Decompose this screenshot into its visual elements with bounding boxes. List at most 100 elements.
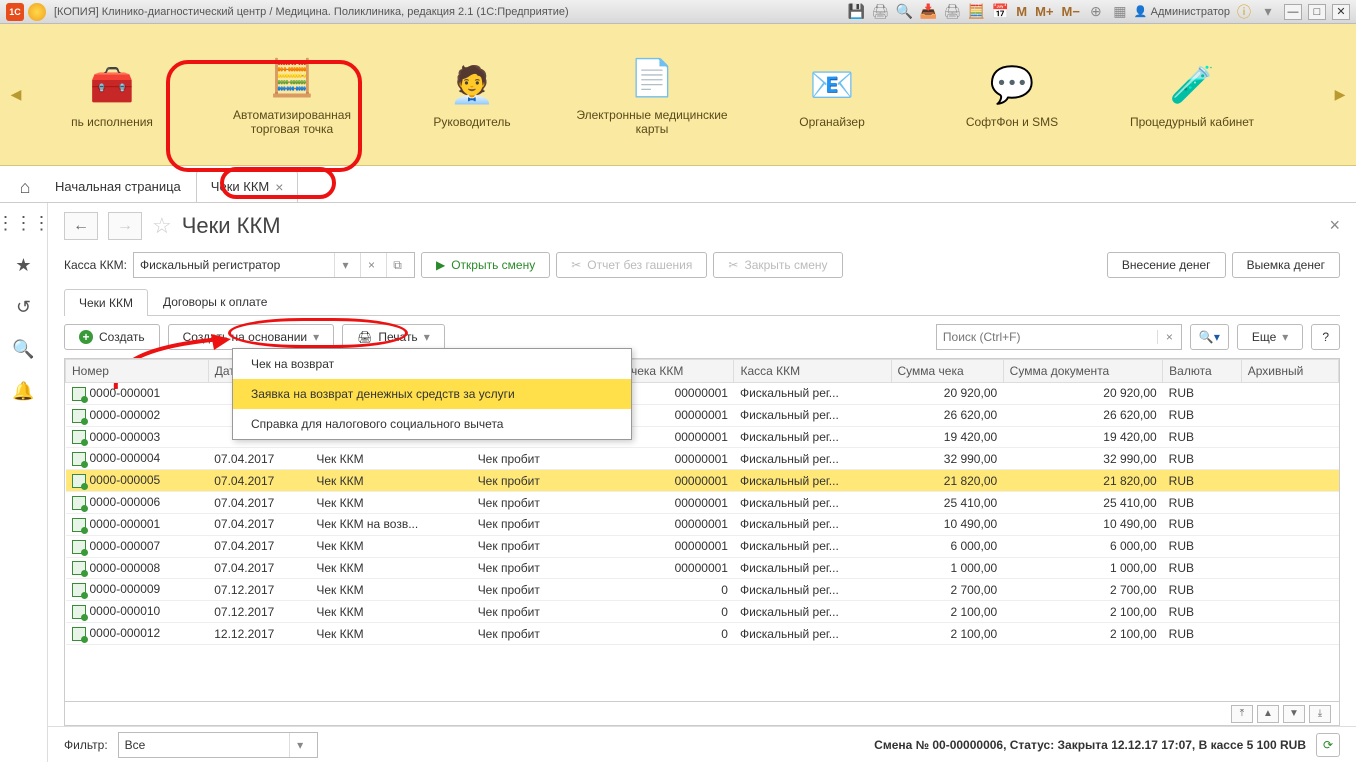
main-content: ← → ☆ Чеки ККМ × Касса ККМ: Фискальный р… [48, 203, 1356, 762]
section-regulated[interactable]: 🟡Регламентир отчетно [1282, 24, 1334, 165]
chevron-down-icon[interactable]: ▾ [334, 253, 356, 277]
sidebar-notifications-icon[interactable]: 🔔 [12, 379, 36, 403]
table-nav-down[interactable]: ▼ [1283, 705, 1305, 723]
help-button[interactable]: ? [1311, 324, 1340, 350]
toolbar-print2-icon[interactable]: 🖨 [942, 2, 962, 22]
search-clear-icon[interactable]: × [1157, 330, 1181, 344]
column-header[interactable]: Валюта [1163, 360, 1242, 383]
menu-item[interactable]: Справка для налогового социального вычет… [233, 409, 631, 439]
window-minimize-button[interactable]: — [1284, 4, 1302, 20]
filter-select[interactable]: Все ▾ [118, 732, 318, 758]
window-maximize-button[interactable]: □ [1308, 4, 1326, 20]
table-row[interactable]: 0000-00000607.04.2017Чек ККМЧек пробит00… [66, 492, 1339, 514]
toolbar-zoom-icon[interactable]: ⊕ [1086, 2, 1106, 22]
footer-bar: Фильтр: Все ▾ Смена № 00-00000006, Стату… [48, 726, 1356, 762]
table-row[interactable]: 0000-00001212.12.2017Чек ККМЧек пробит0Ф… [66, 623, 1339, 645]
memory-mminus-button[interactable]: M− [1060, 4, 1082, 19]
play-icon: ▶ [436, 258, 445, 272]
section-control[interactable]: 🧰пь исполнения [22, 24, 202, 165]
toolbar-compare-icon[interactable]: 📥 [918, 2, 938, 22]
inner-tab-contracts[interactable]: Договоры к оплате [148, 288, 282, 315]
kassa-select[interactable]: Фискальный регистратор ▾ × ⧉ [133, 252, 415, 278]
sidebar-history-icon[interactable]: ↺ [12, 295, 36, 319]
table-row[interactable]: 0000-00000907.12.2017Чек ККМЧек пробит0Ф… [66, 579, 1339, 601]
table-row[interactable]: 0000-00000107.04.2017Чек ККМ на возв...Ч… [66, 513, 1339, 535]
inner-tab-cheki[interactable]: Чеки ККМ [64, 289, 148, 316]
table-nav-up[interactable]: ▲ [1257, 705, 1279, 723]
procedure-icon: 🧪 [1168, 61, 1216, 109]
memory-m-button[interactable]: M [1014, 4, 1029, 19]
table-row[interactable]: 0000-00000707.04.2017Чек ККМЧек пробит00… [66, 535, 1339, 557]
column-header[interactable]: Номер [66, 360, 209, 383]
table-row[interactable]: 0000-00000807.04.2017Чек ККМЧек пробит00… [66, 557, 1339, 579]
toolbar-dropdown-icon[interactable]: ▾ [1258, 2, 1278, 22]
toolbar-print-icon[interactable]: 🖨 [870, 2, 890, 22]
toolbar-info-icon[interactable]: ⓘ [1234, 2, 1254, 22]
column-header[interactable]: Касса ККМ [734, 360, 891, 383]
column-header[interactable]: Сумма чека [891, 360, 1003, 383]
current-user[interactable]: 👤Администратор [1134, 5, 1230, 18]
table-nav-last[interactable]: ⤓ [1309, 705, 1331, 723]
search-input[interactable] [937, 330, 1157, 344]
document-icon [72, 430, 86, 444]
column-header[interactable]: Архивный [1241, 360, 1338, 383]
nav-back-button[interactable]: ← [64, 212, 98, 240]
table-row[interactable]: 0000-00000507.04.2017Чек ККМЧек пробит00… [66, 470, 1339, 492]
toolbar-save-icon[interactable]: 💾 [846, 2, 866, 22]
clear-selection-icon[interactable]: × [360, 253, 382, 277]
report-no-clear-button[interactable]: ✂Отчет без гашения [556, 252, 707, 278]
document-icon [72, 496, 86, 510]
table-row[interactable]: 0000-00000407.04.2017Чек ККМЧек пробит00… [66, 448, 1339, 470]
document-icon [72, 474, 86, 488]
sidebar-apps-icon[interactable]: ⋮⋮⋮ [12, 211, 36, 235]
toolbar-calc-icon[interactable]: 🧮 [966, 2, 986, 22]
page-title: Чеки ККМ [182, 213, 281, 239]
chevron-down-icon[interactable]: ▾ [289, 733, 311, 757]
page-close-button[interactable]: × [1329, 215, 1340, 236]
section-procedure[interactable]: 🧪 Процедурный кабинет [1102, 24, 1282, 165]
table-nav: ⤒ ▲ ▼ ⤓ [65, 701, 1339, 725]
menu-item[interactable]: Чек на возврат [233, 349, 631, 379]
open-reference-icon[interactable]: ⧉ [386, 253, 408, 277]
window-close-button[interactable]: ✕ [1332, 4, 1350, 20]
memory-mplus-button[interactable]: M+ [1033, 4, 1055, 19]
menu-item[interactable]: Заявка на возврат денежных средств за ус… [233, 379, 631, 409]
search-box[interactable]: × [936, 324, 1182, 350]
toolbar-preview-icon[interactable]: 🔍 [894, 2, 914, 22]
create-based-on-button[interactable]: Создать на основании▾ [168, 324, 335, 350]
kassa-label: Касса ККМ: [64, 258, 127, 272]
nav-forward-button[interactable]: → [108, 212, 142, 240]
table-nav-first[interactable]: ⤒ [1231, 705, 1253, 723]
print-button[interactable]: 🖨Печать▾ [342, 324, 445, 350]
sidebar-favorites-icon[interactable]: ★ [12, 253, 36, 277]
sections-scroll-left[interactable]: ◀ [10, 24, 22, 165]
section-label: Процедурный кабинет [1130, 115, 1254, 129]
tab-cheki-kkm[interactable]: Чеки ККМ × [196, 170, 299, 202]
section-manager[interactable]: 🧑‍💼Руководитель [382, 24, 562, 165]
toolbar-calendar-icon[interactable]: 📅 [990, 2, 1010, 22]
home-icon[interactable]: ⌂ [10, 172, 40, 202]
user-icon: 👤 [1134, 5, 1148, 18]
section-organizer[interactable]: 📧Органайзер [742, 24, 922, 165]
withdraw-button[interactable]: Выемка денег [1232, 252, 1340, 278]
sections-scroll-right[interactable]: ▶ [1334, 24, 1346, 165]
document-icon [72, 540, 86, 554]
tab-close-icon[interactable]: × [275, 179, 283, 195]
advanced-search-button[interactable]: 🔍▾ [1190, 324, 1229, 350]
deposit-button[interactable]: Внесение денег [1107, 252, 1226, 278]
section-emr[interactable]: 📄Электронные медицинские карты [562, 24, 742, 165]
organizer-icon: 📧 [808, 61, 856, 109]
section-softphone[interactable]: 💬СофтФон и SMS [922, 24, 1102, 165]
sidebar-search-icon[interactable]: 🔍 [12, 337, 36, 361]
table-row[interactable]: 0000-00001007.12.2017Чек ККМЧек пробит0Ф… [66, 601, 1339, 623]
close-shift-button[interactable]: ✂Закрыть смену [713, 252, 842, 278]
section-pos[interactable]: 🧮Автоматизированная торговая точка [202, 24, 382, 165]
create-button[interactable]: +Создать [64, 324, 160, 350]
toolbar-windows-icon[interactable]: ▦ [1110, 2, 1130, 22]
tab-home[interactable]: Начальная страница [40, 170, 196, 202]
refresh-button[interactable]: ⟳ [1316, 733, 1340, 757]
favorite-toggle-icon[interactable]: ☆ [152, 213, 172, 239]
open-shift-button[interactable]: ▶Открыть смену [421, 252, 550, 278]
more-button[interactable]: Еще▾ [1237, 324, 1303, 350]
column-header[interactable]: Сумма документа [1003, 360, 1163, 383]
